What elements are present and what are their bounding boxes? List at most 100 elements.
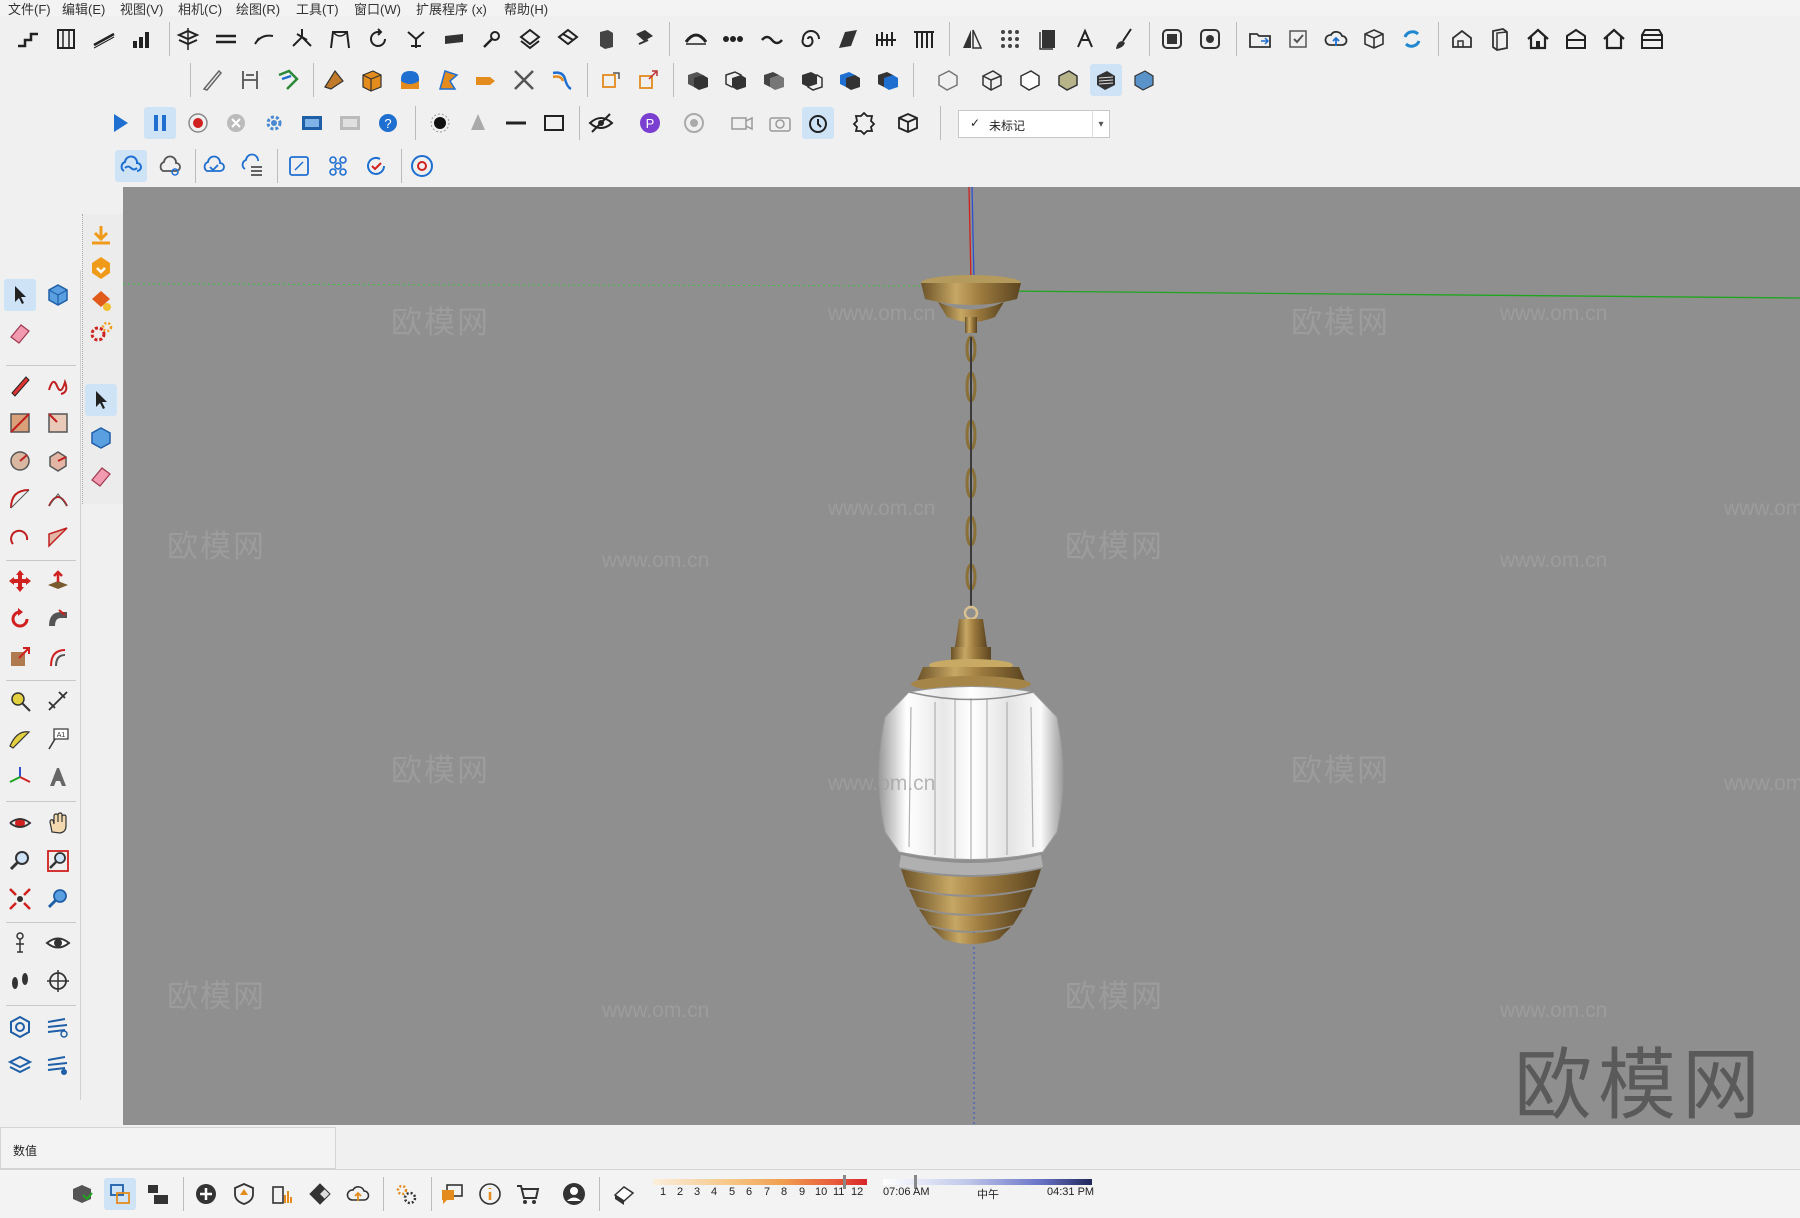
slab-icon[interactable] <box>438 23 470 55</box>
cloud-upload-icon[interactable] <box>1320 23 1352 55</box>
flag-shape-icon[interactable] <box>432 64 464 96</box>
menu-edit[interactable]: 编辑(E) <box>62 0 105 18</box>
checker-icon[interactable] <box>304 1178 336 1210</box>
polygon-tool-icon[interactable] <box>42 445 74 477</box>
tilted-block-icon[interactable] <box>628 23 660 55</box>
record-icon[interactable] <box>182 107 214 139</box>
three-point-arc-icon[interactable] <box>4 521 36 553</box>
credits-swap-icon[interactable] <box>104 1178 136 1210</box>
target-grey-icon[interactable] <box>678 107 710 139</box>
storage-box-icon[interactable] <box>1636 23 1668 55</box>
pen-nib-icon[interactable] <box>476 23 508 55</box>
solid-intersect-icon[interactable] <box>758 64 790 96</box>
timer-icon[interactable] <box>802 107 834 139</box>
eraser-icon[interactable] <box>4 317 36 349</box>
wall-panel-icon[interactable] <box>1484 23 1516 55</box>
arc-line-icon[interactable] <box>680 23 712 55</box>
select-arrow-icon-2[interactable] <box>85 384 117 416</box>
arch-icon[interactable] <box>324 23 356 55</box>
orbit-icon[interactable] <box>4 807 36 839</box>
array-dots-icon[interactable] <box>994 23 1026 55</box>
scale-frame-icon[interactable] <box>283 150 315 182</box>
two-point-arc-icon[interactable] <box>42 483 74 515</box>
bar-chart-icon[interactable] <box>126 23 158 55</box>
axes-tool-icon[interactable] <box>4 761 36 793</box>
style-textured-icon[interactable] <box>1090 64 1122 96</box>
film-grey-icon[interactable] <box>334 107 366 139</box>
3d-viewport[interactable]: 欧模网 www.om.cn 欧模网 www.om.cn www.om.cn ww… <box>123 187 1800 1125</box>
pie-tool-icon[interactable] <box>42 521 74 553</box>
fan-icon[interactable] <box>400 23 432 55</box>
component-gear-icon[interactable] <box>848 107 880 139</box>
circle-tool-icon[interactable] <box>4 445 36 477</box>
sandbox-from-contours-icon[interactable] <box>4 1011 36 1043</box>
shield-icon[interactable] <box>228 1178 260 1210</box>
render-settings-icon[interactable] <box>1194 23 1226 55</box>
style-hidden-line-icon[interactable] <box>1014 64 1046 96</box>
cube-download-icon[interactable] <box>892 107 924 139</box>
section-plane-icon[interactable] <box>42 965 74 997</box>
component-icon-2[interactable] <box>85 422 117 454</box>
protractor-icon[interactable] <box>4 723 36 755</box>
tag-selector[interactable]: ✓ 未标记 ▾ <box>958 110 1110 138</box>
video-camera-icon[interactable] <box>726 107 758 139</box>
dimension-tool-icon[interactable] <box>42 685 74 717</box>
menu-camera[interactable]: 相机(C) <box>178 0 222 18</box>
look-around-eye-icon[interactable] <box>42 927 74 959</box>
book-icon[interactable] <box>1032 23 1064 55</box>
cloud-share-icon[interactable] <box>154 150 186 182</box>
paint-bucket-icon[interactable] <box>85 284 117 316</box>
curve-arrow-icon[interactable] <box>248 23 280 55</box>
house-outline-icon[interactable] <box>1598 23 1630 55</box>
rect-corner-icon[interactable] <box>594 64 626 96</box>
film-icon[interactable] <box>296 107 328 139</box>
geo-location-icon[interactable] <box>66 1178 98 1210</box>
menu-draw[interactable]: 绘图(R) <box>236 0 280 18</box>
pause-icon[interactable] <box>144 107 176 139</box>
move-tool-icon[interactable] <box>4 565 36 597</box>
tape-measure-icon[interactable] <box>4 685 36 717</box>
make-component-icon[interactable] <box>42 279 74 311</box>
dual-line-icon[interactable] <box>210 23 242 55</box>
checkbox-icon[interactable] <box>1282 23 1314 55</box>
path-follow-icon[interactable] <box>272 64 304 96</box>
pencil-line-icon[interactable] <box>4 369 36 401</box>
diamond-stack-icon[interactable] <box>514 23 546 55</box>
brush-icon[interactable] <box>1108 23 1140 55</box>
extension-gears-icon[interactable] <box>85 316 117 348</box>
round-cap-icon[interactable] <box>394 64 426 96</box>
orange-box-icon[interactable] <box>356 64 388 96</box>
menu-window[interactable]: 窗口(W) <box>354 0 401 18</box>
pan-hand-icon[interactable] <box>42 807 74 839</box>
shopping-cart-icon[interactable] <box>512 1178 544 1210</box>
rotate-left-icon[interactable] <box>362 23 394 55</box>
box-3d-icon[interactable] <box>1358 23 1390 55</box>
line-icon[interactable] <box>500 107 532 139</box>
folder-export-icon[interactable] <box>1244 23 1276 55</box>
help-icon[interactable]: ? <box>372 107 404 139</box>
spiral-icon[interactable] <box>794 23 826 55</box>
branch-icon[interactable] <box>286 23 318 55</box>
menu-extensions[interactable]: 扩展程序 (x) <box>416 0 487 18</box>
cone-icon[interactable] <box>462 107 494 139</box>
user-account-icon[interactable] <box>558 1178 590 1210</box>
eraser-icon-2[interactable] <box>85 460 117 492</box>
sync-icon[interactable] <box>1396 23 1428 55</box>
solid-split-icon[interactable] <box>834 64 866 96</box>
scale-tool-icon[interactable] <box>4 641 36 673</box>
chevron-down-icon[interactable]: ▾ <box>1092 111 1109 137</box>
arc-tool-icon[interactable] <box>4 483 36 515</box>
dimension-icon[interactable] <box>234 64 266 96</box>
house-3d-icon[interactable] <box>1446 23 1478 55</box>
settings-gear-icon[interactable] <box>258 107 290 139</box>
wave-icon[interactable] <box>756 23 788 55</box>
shadow-toggle-icon[interactable] <box>608 1178 640 1210</box>
path-tool-icon[interactable] <box>546 64 578 96</box>
cross-cut-icon[interactable] <box>508 64 540 96</box>
solid-subtract-icon[interactable] <box>720 64 752 96</box>
cloud-link-icon[interactable] <box>115 150 147 182</box>
play-icon[interactable] <box>104 107 136 139</box>
text-tool-icon[interactable]: A1 <box>42 723 74 755</box>
zoom-icon[interactable] <box>4 845 36 877</box>
freehand-icon[interactable] <box>42 369 74 401</box>
